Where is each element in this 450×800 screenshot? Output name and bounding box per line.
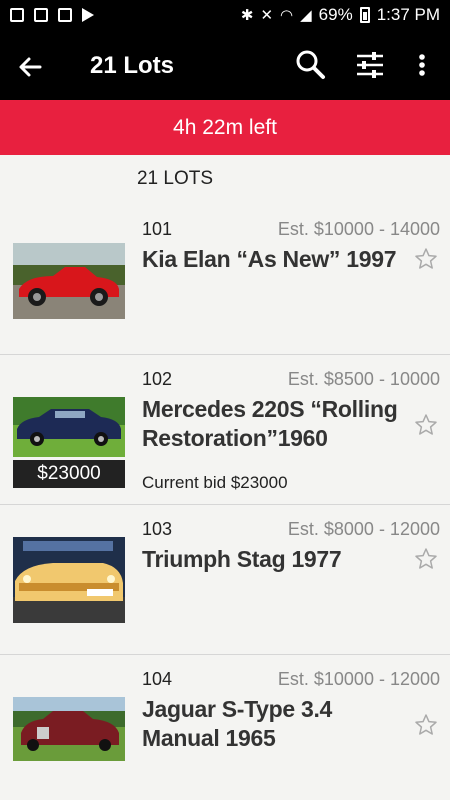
current-bid-text: Current bid $23000 <box>142 473 288 492</box>
lot-number: 101 <box>142 219 173 239</box>
search-button[interactable] <box>294 48 326 82</box>
lot-estimate: Est. $10000 - 12000 <box>277 669 440 689</box>
lot-item[interactable]: 104 Est. $10000 - 12000 Jaguar S-Type 3.… <box>0 655 450 800</box>
lot-item[interactable]: $23000 102 Est. $8500 - 10000 Mercedes 2… <box>0 355 450 505</box>
clock: 1:37 PM <box>376 5 440 24</box>
favorite-star-icon[interactable] <box>414 247 438 271</box>
more-vert-icon <box>419 54 425 76</box>
lot-item[interactable]: 101 Est. $10000 - 14000 Kia Elan “As New… <box>0 205 450 355</box>
current-price-badge: $23000 <box>13 460 125 488</box>
lot-thumbnail <box>13 697 125 761</box>
filter-icon <box>357 52 383 78</box>
lot-estimate: Est. $8000 - 12000 <box>287 519 440 539</box>
favorite-star-icon[interactable] <box>414 413 438 437</box>
lot-thumbnail <box>13 537 125 623</box>
favorite-star-icon[interactable] <box>414 547 438 571</box>
lots-count-label: 21 LOTS <box>136 168 214 189</box>
battery-percent: 69% <box>318 5 353 24</box>
battery-icon <box>359 7 370 23</box>
more-options-button[interactable] <box>410 48 434 82</box>
lot-number: 102 <box>142 369 173 389</box>
lots-count-header: 21 LOTS <box>0 155 450 205</box>
filter-button[interactable] <box>354 48 386 82</box>
bluetooth-icon: ✱ <box>240 7 254 24</box>
lot-estimate: Est. $8500 - 10000 <box>287 369 440 389</box>
status-bar: ✱ ✕ ◠ ◢ 69% 1:37 PM <box>0 0 450 32</box>
signal-icon: ◢ <box>300 7 312 24</box>
gallery-icon <box>10 8 24 22</box>
favorite-star-icon[interactable] <box>414 713 438 737</box>
lot-number: 103 <box>142 519 173 539</box>
lot-number: 104 <box>142 669 173 689</box>
lot-title: Mercedes 220S “Rolling Restoration”1960 <box>142 396 398 451</box>
lot-title: Kia Elan “As New” 1997 <box>142 246 397 272</box>
back-arrow-icon <box>19 57 42 77</box>
image-icon <box>34 8 48 22</box>
wifi-icon: ◠ <box>280 7 294 24</box>
calendar-icon <box>58 8 72 22</box>
page-title: 21 Lots <box>90 52 175 79</box>
mute-icon: ✕ <box>260 7 274 24</box>
lot-estimate: Est. $10000 - 14000 <box>277 219 440 239</box>
play-store-icon <box>82 8 94 22</box>
lot-thumbnail <box>13 243 125 319</box>
lot-title: Jaguar S-Type 3.4 Manual 1965 <box>142 696 333 751</box>
lot-thumbnail <box>13 397 125 457</box>
time-left-banner: 4h 22m left <box>0 100 450 155</box>
lot-title: Triumph Stag 1977 <box>142 546 342 572</box>
lot-item[interactable]: 103 Est. $8000 - 12000 Triumph Stag 1977 <box>0 505 450 655</box>
app-bar: 21 Lots <box>0 32 450 100</box>
back-button[interactable] <box>14 50 48 84</box>
search-icon <box>296 50 325 79</box>
